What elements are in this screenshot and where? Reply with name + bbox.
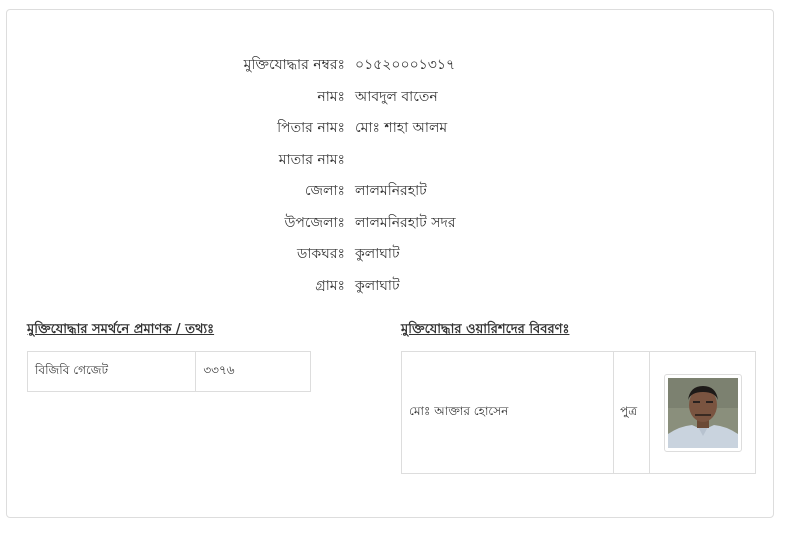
- table-row: বিজিবি গেজেট ৩৩৭৬: [26, 351, 311, 392]
- info-value-upazila: লালমনিরহাট সদর: [355, 215, 456, 231]
- heirs-section-title: মুক্তিযোদ্ধার ওয়ারিশদের বিবরণঃ: [401, 322, 570, 337]
- heir-photo: [667, 377, 738, 448]
- evidence-section-title: মুক্তিযোদ্ধার সমর্থনে প্রমাণক / তথ্যঃ: [27, 322, 215, 337]
- evidence-source-cell: বিজিবি গেজেট: [26, 351, 197, 392]
- info-value-name: আবদুল বাতেন: [355, 89, 438, 105]
- info-label-upazila: উপজেলাঃ: [284, 215, 345, 231]
- info-label-village: গ্রামঃ: [315, 278, 345, 294]
- info-value-village: কুলাঘাট: [355, 278, 400, 294]
- info-row-mother-name: মাতার নামঃ: [7, 148, 775, 172]
- info-label-father-name: পিতার নামঃ: [277, 120, 345, 136]
- info-row-district: জেলাঃ লালমনিরহাট: [7, 179, 775, 203]
- info-value-father-name: মোঃ শাহা আলম: [355, 120, 448, 136]
- info-row-post-office: ডাকঘরঃ কুলাঘাট: [7, 242, 775, 266]
- info-label-number: মুক্তিযোদ্ধার নম্বরঃ: [243, 57, 345, 73]
- heir-name-cell: মোঃ আক্তার হোসেন: [400, 351, 615, 474]
- table-row: মোঃ আক্তার হোসেন পুত্র: [400, 351, 756, 474]
- heir-photo-cell: [649, 351, 756, 474]
- info-row-upazila: উপজেলাঃ লালমনিরহাট সদর: [7, 211, 775, 235]
- evidence-table: বিজিবি গেজেট ৩৩৭৬: [26, 351, 311, 392]
- heir-photo-frame: [663, 373, 742, 452]
- info-label-name: নামঃ: [317, 89, 345, 105]
- info-label-district: জেলাঃ: [304, 183, 345, 199]
- info-value-district: লালমনিরহাট: [355, 183, 427, 199]
- heir-relation-cell: পুত্র: [613, 351, 651, 474]
- freedom-fighter-detail-panel: মুক্তিযোদ্ধার নম্বরঃ ০১৫২০০০১৩১৭ নামঃ আব…: [6, 9, 774, 518]
- info-label-post-office: ডাকঘরঃ: [297, 246, 345, 262]
- evidence-number-cell: ৩৩৭৬: [195, 351, 311, 392]
- info-row-name: নামঃ আবদুল বাতেন: [7, 85, 775, 109]
- info-label-mother-name: মাতার নামঃ: [278, 152, 345, 168]
- info-row-father-name: পিতার নামঃ মোঃ শাহা আলম: [7, 116, 775, 140]
- info-row-number: মুক্তিযোদ্ধার নম্বরঃ ০১৫২০০০১৩১৭: [7, 53, 775, 77]
- info-value-post-office: কুলাঘাট: [355, 246, 400, 262]
- heirs-table: মোঃ আক্তার হোসেন পুত্র: [400, 351, 756, 474]
- info-row-village: গ্রামঃ কুলাঘাট: [7, 274, 775, 298]
- info-value-number: ০১৫২০০০১৩১৭: [355, 57, 456, 73]
